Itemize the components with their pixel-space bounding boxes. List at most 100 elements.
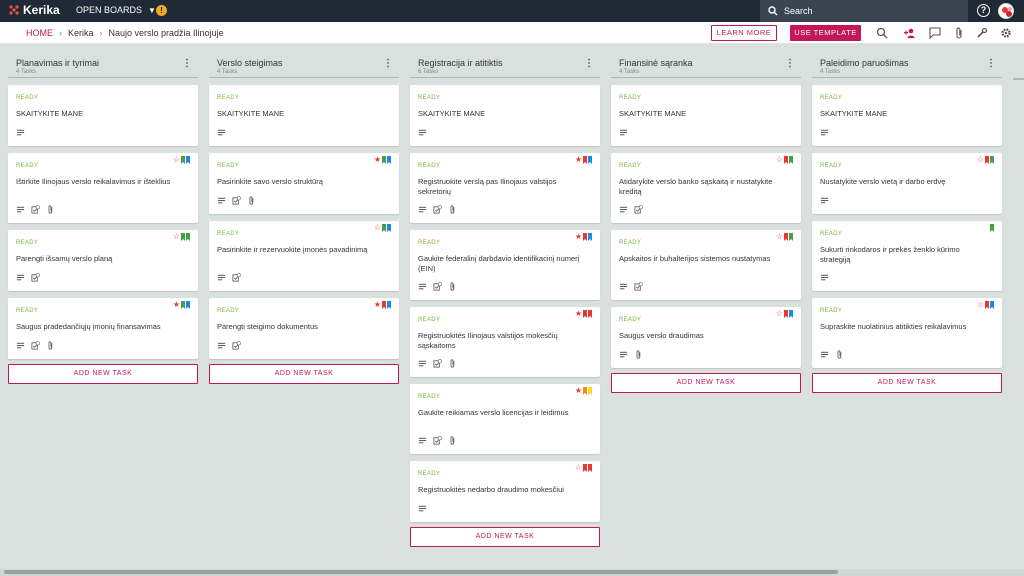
- open-boards-menu[interactable]: OPEN BOARDS ▼: [76, 5, 156, 15]
- task-card[interactable]: READY Pasirinkite savo verslo struktūrą ★: [209, 153, 399, 214]
- star-outline-icon[interactable]: ☆: [977, 301, 984, 309]
- star-outline-icon[interactable]: ☆: [374, 224, 381, 232]
- top-bar: Kerika OPEN BOARDS ▼ ! Search ?: [0, 0, 1024, 22]
- task-card[interactable]: READY Registruokite verslą pas Ilinojaus …: [410, 153, 600, 223]
- column-task-count: 4 Tasks: [217, 69, 238, 75]
- priority-star-icon[interactable]: ★: [575, 387, 582, 395]
- add-new-task-button[interactable]: ADD NEW TASK: [812, 373, 1002, 393]
- column-title[interactable]: Paleidimo paruošimas: [820, 58, 909, 68]
- star-outline-icon[interactable]: ☆: [776, 156, 783, 164]
- avatar-image: [1002, 7, 1012, 17]
- learn-more-button[interactable]: LEARN MORE: [711, 25, 777, 41]
- add-new-task-button[interactable]: ADD NEW TASK: [209, 364, 399, 384]
- horizontal-scrollbar[interactable]: [4, 570, 838, 574]
- breadcrumb-home[interactable]: HOME: [26, 28, 53, 38]
- description-icon: [418, 437, 427, 444]
- use-template-button[interactable]: USE TEMPLATE: [790, 25, 861, 41]
- task-tags: ☆: [575, 464, 592, 472]
- task-card[interactable]: READY SKAITYKITE MANE: [611, 85, 801, 146]
- description-icon: [619, 283, 628, 290]
- open-boards-label: OPEN BOARDS: [76, 5, 143, 15]
- task-card[interactable]: READY Ištirkite Ilinojaus verslo reikalav…: [8, 153, 198, 223]
- star-outline-icon[interactable]: ☆: [173, 233, 180, 241]
- task-indicators: [418, 282, 457, 291]
- task-indicators: [16, 341, 55, 350]
- priority-star-icon[interactable]: ★: [575, 310, 582, 318]
- attachment-icon[interactable]: [953, 27, 965, 39]
- next-column-edge: [1013, 78, 1024, 80]
- column-menu-icon[interactable]: ⋮: [383, 58, 393, 69]
- task-card[interactable]: READY Parengti steigimo dokumentus ★: [209, 298, 399, 359]
- task-card[interactable]: READY Parengti išsamų verslo planą ☆: [8, 230, 198, 291]
- user-avatar[interactable]: [998, 3, 1014, 19]
- add-new-task-button[interactable]: ADD NEW TASK: [410, 527, 600, 547]
- task-card[interactable]: READY SKAITYKITE MANE: [8, 85, 198, 146]
- task-card[interactable]: READY Gaukite reikiamas verslo licencijas…: [410, 384, 600, 454]
- tag-bookmark-icon: [181, 156, 185, 164]
- task-card[interactable]: READY Registruokitės Ilinojaus valstijos …: [410, 307, 600, 377]
- tag-bookmark-icon: [990, 156, 994, 164]
- task-card[interactable]: READY Pasirinkite ir rezervuokite įmonės …: [209, 221, 399, 291]
- task-status: READY: [619, 163, 642, 169]
- chat-icon[interactable]: [929, 27, 941, 39]
- task-card[interactable]: READY SKAITYKITE MANE: [410, 85, 600, 146]
- task-card[interactable]: READY Supraskite nuolatinius atitikties r…: [812, 298, 1002, 368]
- column-title[interactable]: Registracija ir atitiktis: [418, 58, 503, 68]
- checklist-icon: [232, 341, 241, 350]
- task-card[interactable]: READY Saugus pradedančiųjų įmonių finansa…: [8, 298, 198, 359]
- task-title: Supraskite nuolatinius atitikties reikal…: [820, 322, 967, 331]
- column-title[interactable]: Finansinė sąranka: [619, 58, 693, 68]
- priority-star-icon[interactable]: ★: [575, 233, 582, 241]
- add-new-task-button[interactable]: ADD NEW TASK: [8, 364, 198, 384]
- task-card[interactable]: READY SKAITYKITE MANE: [209, 85, 399, 146]
- breadcrumb-account[interactable]: Kerika: [68, 28, 94, 38]
- wrench-icon[interactable]: [976, 27, 988, 39]
- search-input[interactable]: Search: [760, 0, 968, 22]
- task-status: READY: [418, 471, 441, 477]
- task-card[interactable]: READY Registruokitės nedarbo draudimo mok…: [410, 461, 600, 522]
- task-title: Nustatykite verslo vietą ir darbo erdvę: [820, 177, 946, 186]
- task-status: READY: [217, 163, 240, 169]
- notification-badge[interactable]: !: [156, 5, 167, 16]
- star-outline-icon[interactable]: ☆: [776, 310, 783, 318]
- task-card[interactable]: READY SKAITYKITE MANE: [812, 85, 1002, 146]
- task-card[interactable]: READY Atidarykite verslo banko sąskaitą i…: [611, 153, 801, 223]
- priority-star-icon[interactable]: ★: [575, 156, 582, 164]
- task-title: Sukurti rinkodaros ir prekės ženklo kūri…: [820, 245, 960, 264]
- task-indicators: [217, 128, 226, 137]
- column-menu-icon[interactable]: ⋮: [182, 58, 192, 69]
- task-card[interactable]: READY Saugus verslo draudimas ☆: [611, 307, 801, 368]
- task-indicators: [16, 128, 25, 137]
- priority-star-icon[interactable]: ★: [374, 156, 381, 164]
- task-status: READY: [418, 240, 441, 246]
- column-menu-icon[interactable]: ⋮: [584, 58, 594, 69]
- task-indicators: [418, 359, 457, 368]
- star-outline-icon[interactable]: ☆: [776, 233, 783, 241]
- task-title: Parengti steigimo dokumentus: [217, 322, 318, 331]
- task-card[interactable]: READY Apskaitos ir buhalterijos sistemos …: [611, 230, 801, 300]
- column-title[interactable]: Planavimas ir tyrimai: [16, 58, 99, 68]
- add-new-task-button[interactable]: ADD NEW TASK: [611, 373, 801, 393]
- task-indicators: [217, 273, 241, 282]
- task-card[interactable]: READY Sukurti rinkodaros ir prekės ženklo…: [812, 221, 1002, 291]
- gear-icon[interactable]: [1000, 27, 1012, 39]
- column-menu-icon[interactable]: ⋮: [785, 58, 795, 69]
- task-card[interactable]: READY Nustatykite verslo vietą ir darbo e…: [812, 153, 1002, 214]
- star-outline-icon[interactable]: ☆: [173, 156, 180, 164]
- search-icon[interactable]: [876, 27, 888, 39]
- add-person-icon[interactable]: [904, 27, 916, 39]
- tag-bookmark-icon: [784, 233, 788, 241]
- board-column: Finansinė sąranka 4 Tasks ⋮ READY SKAITYKITE…: [611, 54, 801, 393]
- kerika-logo[interactable]: Kerika: [8, 3, 60, 17]
- checklist-icon: [433, 359, 442, 368]
- column-title[interactable]: Verslo steigimas: [217, 58, 283, 68]
- priority-star-icon[interactable]: ★: [173, 301, 180, 309]
- tag-bookmark-icon: [181, 233, 185, 241]
- column-menu-icon[interactable]: ⋮: [986, 58, 996, 69]
- task-indicators: [418, 504, 427, 513]
- priority-star-icon[interactable]: ★: [374, 301, 381, 309]
- star-outline-icon[interactable]: ☆: [575, 464, 582, 472]
- star-outline-icon[interactable]: ☆: [977, 156, 984, 164]
- help-icon[interactable]: ?: [977, 4, 990, 17]
- task-card[interactable]: READY Gaukite federalinį darbdavio identi…: [410, 230, 600, 300]
